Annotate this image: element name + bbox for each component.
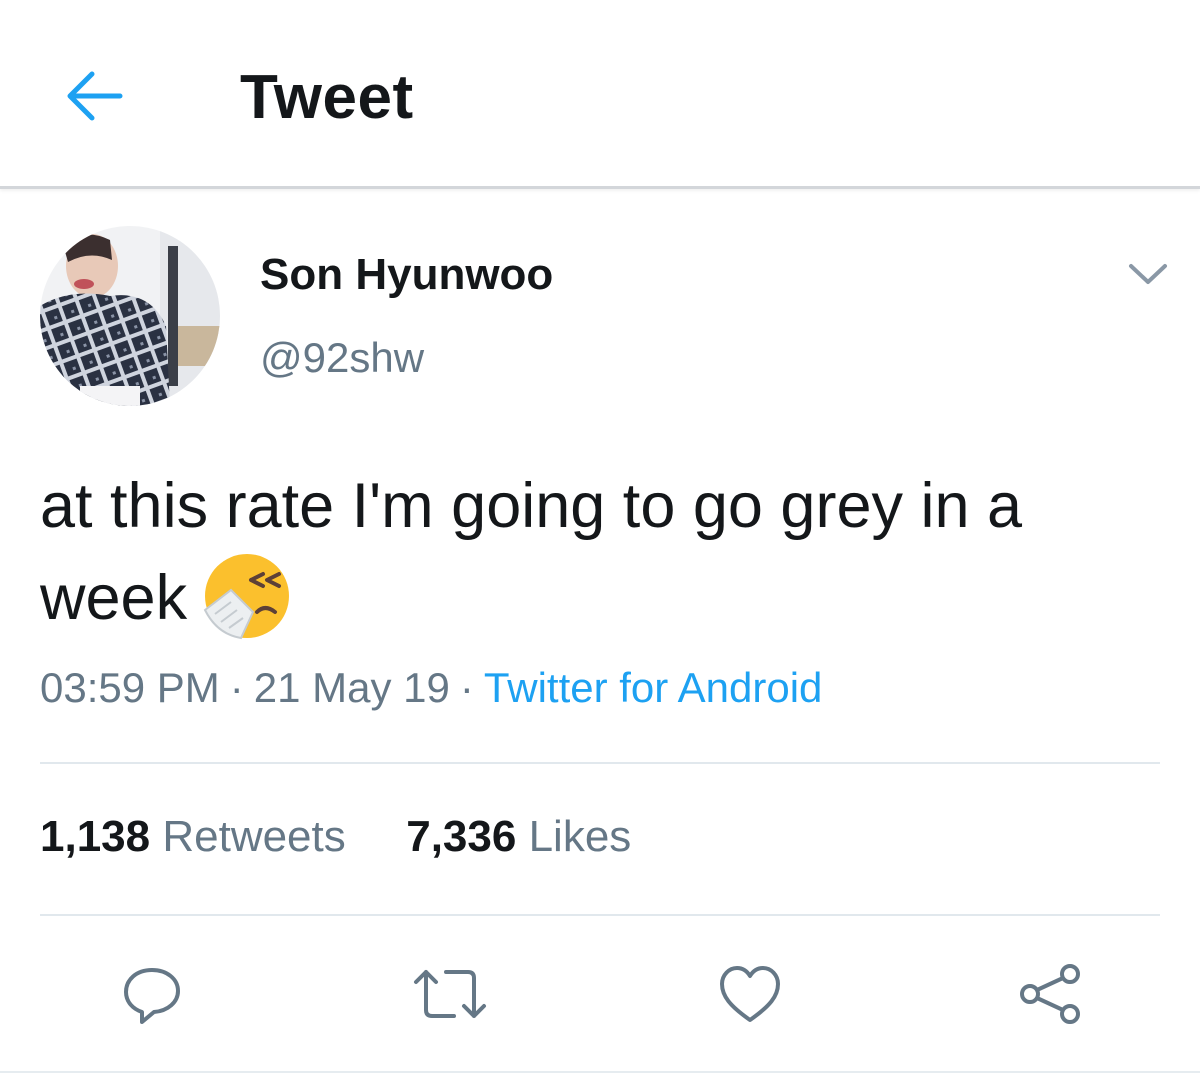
likes-count: 7,336 [406, 812, 517, 861]
avatar[interactable] [40, 226, 220, 406]
tweet-time: 03:59 PM [40, 664, 220, 711]
retweets-count: 1,138 [40, 812, 151, 861]
bottom-divider [0, 1071, 1200, 1073]
retweets-label: Retweets [162, 812, 346, 861]
retweet-button[interactable] [412, 956, 488, 1032]
retweet-icon [414, 970, 486, 1018]
share-button[interactable] [1012, 956, 1088, 1032]
share-icon [1020, 964, 1080, 1024]
meta-separator: · [459, 664, 474, 711]
author-handle[interactable]: @92shw [260, 334, 424, 382]
more-options-button[interactable] [1124, 254, 1172, 294]
author-name[interactable]: Son Hyunwoo [260, 250, 553, 300]
sneezing-face-icon [201, 550, 293, 642]
likes-label: Likes [528, 812, 632, 861]
retweets-stat[interactable]: 1,138 Retweets [40, 812, 346, 861]
tweet-source-link[interactable]: Twitter for Android [484, 664, 822, 711]
tweet-body: at this rate I'm going to go grey in a w… [40, 471, 1023, 633]
back-button[interactable] [56, 64, 132, 128]
tweet-meta: 03:59 PM · 21 May 19 · Twitter for Android [40, 664, 822, 712]
meta-separator: · [229, 664, 244, 711]
avatar-photo [40, 226, 220, 406]
tweet-text: at this rate I'm going to go grey in a w… [40, 460, 1160, 648]
divider [40, 762, 1160, 764]
arrow-left-icon [67, 71, 123, 121]
reply-icon [124, 968, 180, 1024]
like-icon [720, 966, 780, 1022]
likes-stat[interactable]: 7,336 Likes [406, 812, 631, 861]
chevron-down-icon [1129, 264, 1167, 284]
tweet-date: 21 May 19 [253, 664, 450, 711]
tweet-stats: 1,138 Retweets 7,336 Likes [40, 812, 631, 862]
reply-button[interactable] [114, 956, 190, 1032]
like-button[interactable] [712, 956, 788, 1032]
page-title: Tweet [240, 63, 414, 132]
divider [40, 914, 1160, 916]
top-bar: Tweet [0, 0, 1200, 189]
